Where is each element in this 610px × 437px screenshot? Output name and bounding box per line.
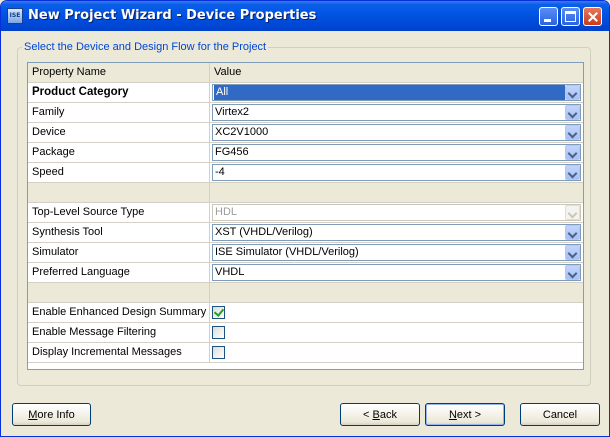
product-category-select[interactable]: All	[212, 84, 581, 101]
property-value-cell: VHDL	[210, 263, 583, 283]
next-button[interactable]: Next >	[425, 403, 505, 426]
group-legend: Select the Device and Design Flow for th…	[24, 41, 267, 53]
next-mnemonic: N	[448, 409, 457, 421]
separator-value-cell	[210, 183, 583, 203]
value-header: Value	[210, 63, 583, 83]
more-info-label: ore Info	[37, 409, 75, 421]
separator-value-cell	[210, 283, 583, 303]
property-name: Speed	[28, 163, 210, 183]
device-select[interactable]: XC2V1000	[212, 124, 581, 141]
maximize-button[interactable]	[561, 7, 580, 26]
property-value-cell: Virtex2	[210, 103, 583, 123]
chevron-down-icon[interactable]	[565, 85, 580, 100]
property-value-cell	[210, 303, 583, 323]
property-row-preferred-language[interactable]: Preferred Language VHDL	[28, 263, 583, 283]
property-row-display-incremental-messages[interactable]: Display Incremental Messages	[28, 343, 583, 363]
chevron-down-icon[interactable]	[565, 225, 580, 240]
property-name: Preferred Language	[28, 263, 210, 283]
chevron-down-icon	[565, 205, 580, 220]
close-button[interactable]	[583, 7, 602, 26]
chevron-down-icon[interactable]	[565, 145, 580, 160]
property-row-simulator[interactable]: Simulator ISE Simulator (VHDL/Verilog)	[28, 243, 583, 263]
back-mnemonic: B	[372, 409, 380, 421]
separator-row	[28, 183, 583, 203]
property-value-cell: All	[210, 83, 583, 103]
ise-app-icon: ISE	[7, 8, 23, 24]
property-value-cell: XC2V1000	[210, 123, 583, 143]
minimize-button[interactable]	[539, 7, 558, 26]
property-value-cell: HDL	[210, 203, 583, 223]
property-name: Display Incremental Messages	[28, 343, 210, 363]
chevron-down-icon[interactable]	[565, 245, 580, 260]
property-row-speed[interactable]: Speed -4	[28, 163, 583, 183]
property-value-cell	[210, 343, 583, 363]
property-row-family[interactable]: Family Virtex2	[28, 103, 583, 123]
synthesis-tool-select[interactable]: XST (VHDL/Verilog)	[212, 224, 581, 241]
property-row-device[interactable]: Device XC2V1000	[28, 123, 583, 143]
property-value-cell: XST (VHDL/Verilog)	[210, 223, 583, 243]
property-row-product-category[interactable]: Product Category All	[28, 83, 583, 103]
separator-row	[28, 283, 583, 303]
property-name: Enable Enhanced Design Summary	[28, 303, 210, 323]
separator-name-cell	[28, 183, 210, 203]
select-value: HDL	[215, 206, 238, 218]
select-value: FG456	[215, 146, 249, 158]
property-row-enable-enhanced-design-summary[interactable]: Enable Enhanced Design Summary	[28, 303, 583, 323]
select-value: All	[214, 85, 565, 100]
property-value-cell: ISE Simulator (VHDL/Verilog)	[210, 243, 583, 263]
back-prefix: <	[363, 409, 373, 421]
chevron-down-icon[interactable]	[565, 105, 580, 120]
simulator-select[interactable]: ISE Simulator (VHDL/Verilog)	[212, 244, 581, 261]
back-button[interactable]: < Back	[340, 403, 420, 426]
property-grid: Property Name Value Product Category All F…	[27, 62, 584, 370]
property-row-synthesis-tool[interactable]: Synthesis Tool XST (VHDL/Verilog)	[28, 223, 583, 243]
property-name: Family	[28, 103, 210, 123]
select-value: -4	[215, 166, 225, 178]
property-name: Product Category	[28, 83, 210, 103]
property-name: Top-Level Source Type	[28, 203, 210, 223]
back-label: ack	[379, 409, 397, 421]
chevron-down-icon[interactable]	[565, 165, 580, 180]
property-name: Package	[28, 143, 210, 163]
property-name: Device	[28, 123, 210, 143]
select-value: Virtex2	[215, 106, 250, 118]
enable-message-filtering-checkbox[interactable]	[212, 326, 225, 339]
grid-header: Property Name Value	[28, 63, 583, 83]
property-row-package[interactable]: Package FG456	[28, 143, 583, 163]
select-value: XC2V1000	[215, 126, 269, 138]
select-value: ISE Simulator (VHDL/Verilog)	[215, 246, 359, 258]
chevron-down-icon[interactable]	[565, 125, 580, 140]
package-select[interactable]: FG456	[212, 144, 581, 161]
family-select[interactable]: Virtex2	[212, 104, 581, 121]
property-name-header: Property Name	[28, 63, 210, 83]
property-name: Enable Message Filtering	[28, 323, 210, 343]
title-bar[interactable]: ISE New Project Wizard - Device Properti…	[1, 1, 609, 31]
property-value-cell	[210, 323, 583, 343]
cancel-button[interactable]: Cancel	[520, 403, 600, 426]
wizard-window: ISE New Project Wizard - Device Properti…	[0, 0, 610, 437]
select-value: VHDL	[215, 266, 245, 278]
property-row-enable-message-filtering[interactable]: Enable Message Filtering	[28, 323, 583, 343]
property-row-top-level-source-type[interactable]: Top-Level Source Type HDL	[28, 203, 583, 223]
display-incremental-messages-checkbox[interactable]	[212, 346, 225, 359]
speed-select[interactable]: -4	[212, 164, 581, 181]
property-value-cell: -4	[210, 163, 583, 183]
property-name: Synthesis Tool	[28, 223, 210, 243]
window-title: New Project Wizard - Device Properties	[28, 8, 317, 23]
enable-enhanced-design-summary-checkbox[interactable]	[212, 306, 225, 319]
top-level-source-type-select: HDL	[212, 204, 581, 221]
property-value-cell: FG456	[210, 143, 583, 163]
select-value: XST (VHDL/Verilog)	[215, 226, 313, 238]
preferred-language-select[interactable]: VHDL	[212, 264, 581, 281]
more-info-button[interactable]: More Info	[12, 403, 91, 426]
next-label: ext >	[456, 409, 482, 421]
chevron-down-icon[interactable]	[565, 265, 580, 280]
property-name: Simulator	[28, 243, 210, 263]
separator-name-cell	[28, 283, 210, 303]
